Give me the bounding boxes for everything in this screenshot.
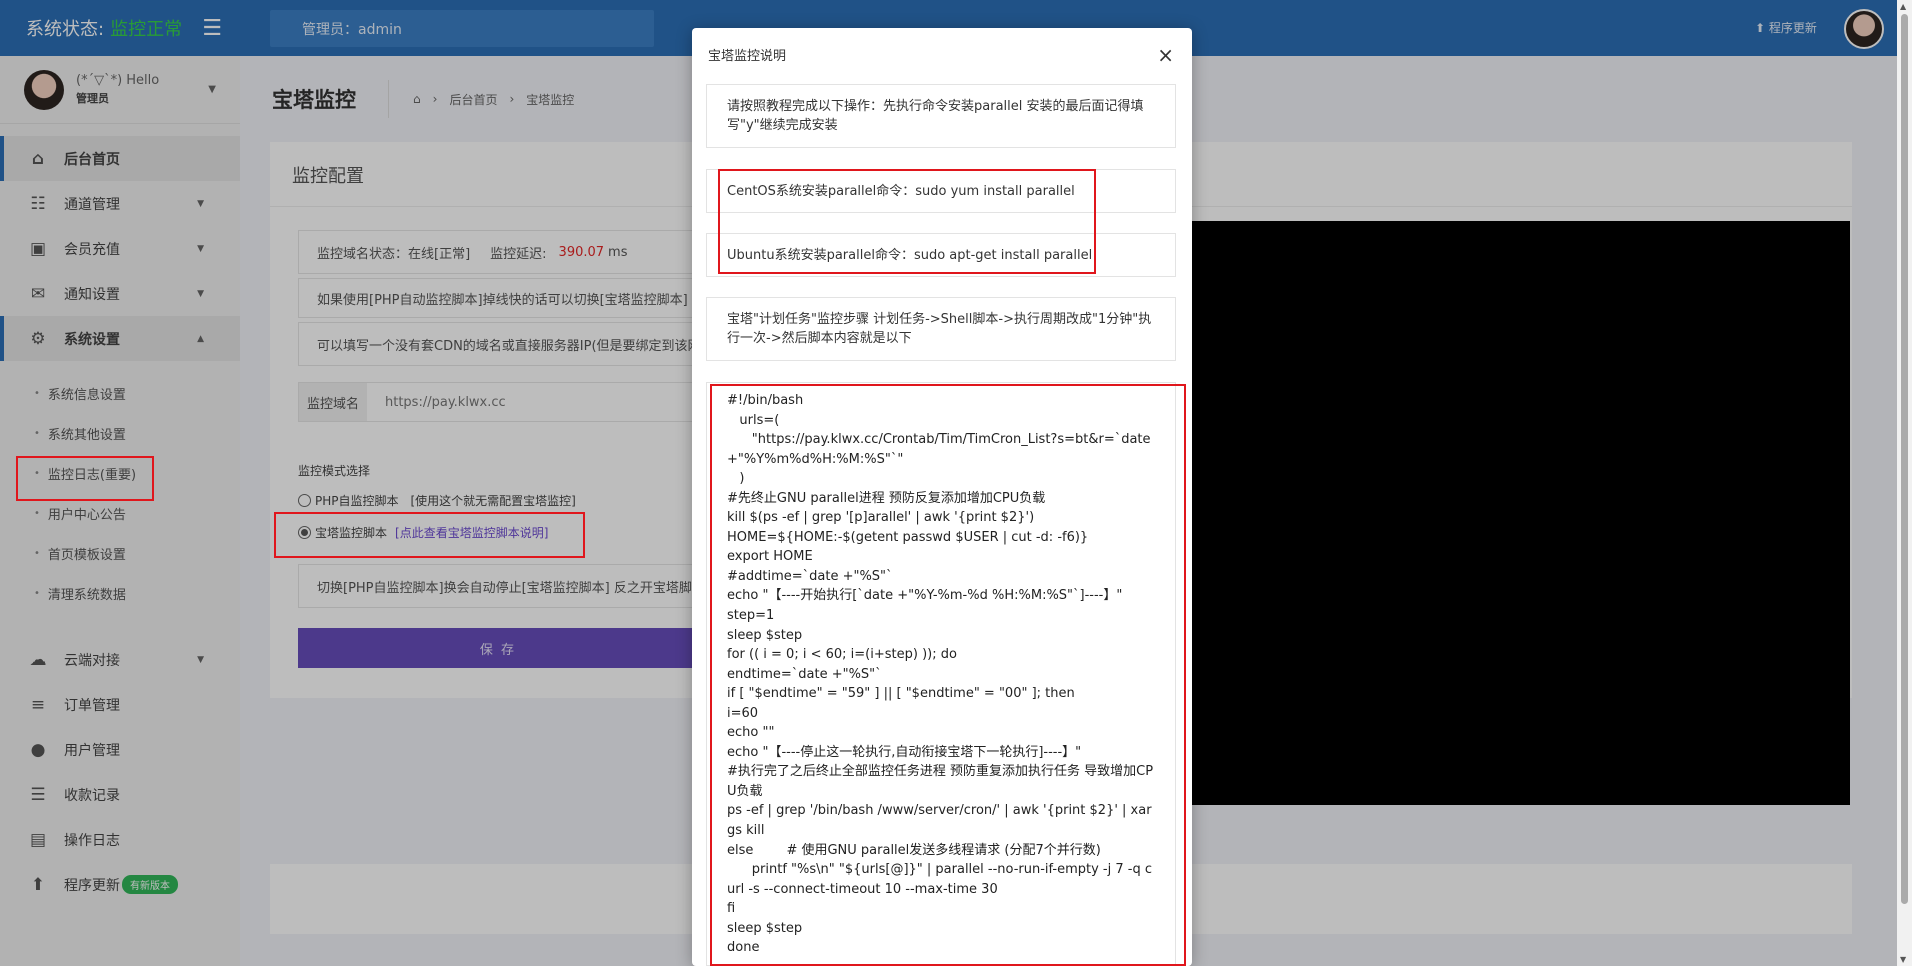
cron-task-text: 宝塔"计划任务"监控步骤 计划任务->Shell脚本->执行周期改成"1分钟"执… bbox=[706, 297, 1176, 361]
page-scrollbar[interactable]: ▲ ▼ bbox=[1897, 0, 1912, 966]
annotation-box bbox=[274, 512, 585, 558]
scroll-thumb[interactable] bbox=[1901, 14, 1908, 904]
annotation-box bbox=[718, 169, 1096, 274]
scroll-up-icon[interactable]: ▲ bbox=[1900, 2, 1906, 11]
scroll-down-icon[interactable]: ▼ bbox=[1900, 955, 1906, 964]
intro-text: 请按照教程完成以下操作：先执行命令安装parallel 安装的最后面记得填写"y… bbox=[706, 84, 1176, 148]
modal-title: 宝塔监控说明 bbox=[708, 48, 787, 64]
bt-monitor-modal: 宝塔监控说明 × 请按照教程完成以下操作：先执行命令安装parallel 安装的… bbox=[692, 28, 1192, 966]
annotation-box bbox=[16, 456, 154, 501]
annotation-box bbox=[710, 384, 1186, 966]
close-icon[interactable]: × bbox=[1157, 43, 1174, 67]
